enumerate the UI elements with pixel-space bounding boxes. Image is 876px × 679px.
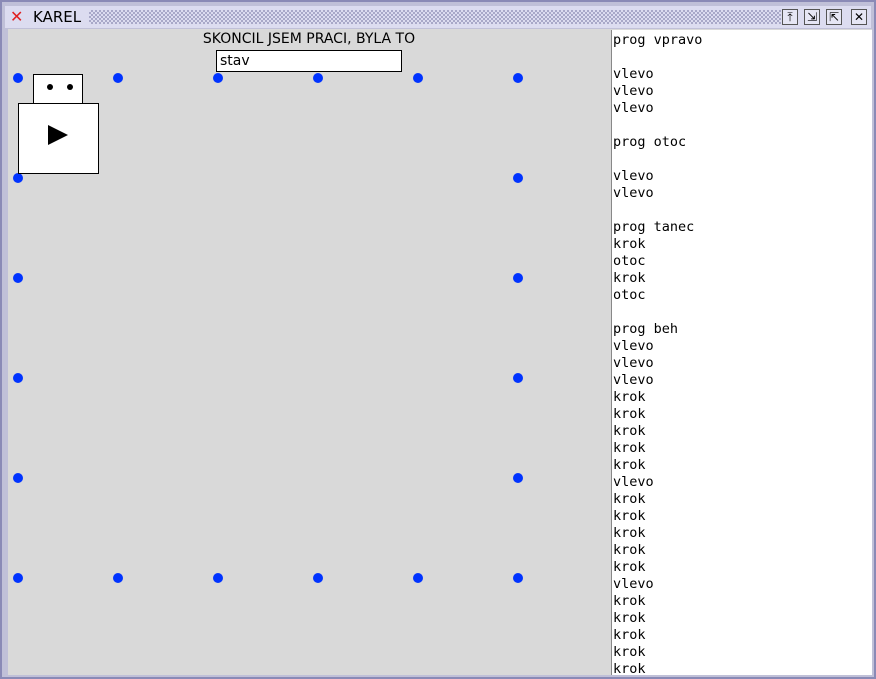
minimize-window-button[interactable]: ⇲ <box>804 9 820 25</box>
arrow-right-icon <box>48 125 68 145</box>
robot-body <box>18 103 99 174</box>
grid-dot <box>513 173 523 183</box>
grid-dot <box>513 473 523 483</box>
grid-dot <box>313 73 323 83</box>
grid-dot <box>13 73 23 83</box>
grid-dot <box>213 73 223 83</box>
grid-dot <box>513 273 523 283</box>
grid-dot <box>513 373 523 383</box>
robot-head <box>33 74 83 104</box>
grid-dot <box>13 373 23 383</box>
title-bar-pattern <box>89 10 781 24</box>
program-text[interactable]: prog vpravo vlevo vlevo vlevo prog otoc … <box>612 30 872 675</box>
grid-dot <box>13 473 23 483</box>
grid-dot <box>113 573 123 583</box>
grid-dot <box>113 73 123 83</box>
grid-dot <box>313 573 323 583</box>
program-editor[interactable]: prog vpravo vlevo vlevo vlevo prog otoc … <box>611 30 872 675</box>
raise-window-button[interactable]: ⤒ <box>782 9 798 25</box>
grid-dot <box>513 573 523 583</box>
minimize-icon: ⇲ <box>806 10 818 24</box>
content-area: SKONCIL JSEM PRACI, BYLA TO FUSKA <box>8 29 872 675</box>
grid-dot <box>13 173 23 183</box>
maximize-icon: ⇱ <box>828 10 840 24</box>
robot-eye <box>47 84 53 90</box>
grid-dot <box>13 573 23 583</box>
window-title: KAREL <box>33 8 82 26</box>
title-bar[interactable]: ✕ KAREL ⤒ ⇲ ⇱ ✕ <box>5 6 871 28</box>
grid-dot <box>413 573 423 583</box>
red-x-icon[interactable]: ✕ <box>10 9 24 25</box>
close-icon: ✕ <box>853 10 865 24</box>
karel-window: ✕ KAREL ⤒ ⇲ ⇱ ✕ SKONCIL JSEM PRACI, BYLA… <box>0 0 876 679</box>
grid-dot <box>413 73 423 83</box>
robot-eye <box>67 84 73 90</box>
grid-dot <box>513 73 523 83</box>
close-window-button[interactable]: ✕ <box>851 9 867 25</box>
grid-dot <box>213 573 223 583</box>
arrow-up-icon: ⤒ <box>787 10 793 24</box>
state-input[interactable] <box>216 50 402 72</box>
maximize-window-button[interactable]: ⇱ <box>826 9 842 25</box>
grid-dot <box>13 273 23 283</box>
